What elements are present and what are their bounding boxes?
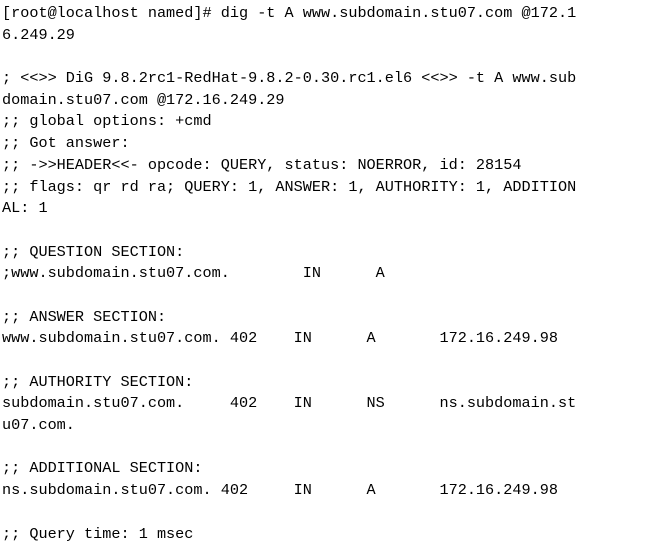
- terminal-line-question-record: ;www.subdomain.stu07.com. IN A: [2, 264, 385, 283]
- terminal-line-prompt-command: [root@localhost named]# dig -t A www.sub…: [2, 4, 577, 22]
- terminal-line-flags-wrap: AL: 1: [2, 199, 48, 218]
- terminal-line-answer-section-title: ;; ANSWER SECTION:: [2, 307, 167, 326]
- terminal-line-additional-section-title: ;; ADDITIONAL SECTION:: [2, 459, 203, 478]
- terminal-line-dig-version-wrap: domain.stu07.com @172.16.249.29: [2, 90, 285, 109]
- terminal-line-header: ;; ->>HEADER<<- opcode: QUERY, status: N…: [2, 155, 522, 174]
- terminal-line-flags: ;; flags: qr rd ra; QUERY: 1, ANSWER: 1,…: [2, 177, 577, 196]
- terminal-line-authority-record-wrap: u07.com.: [2, 416, 75, 435]
- terminal-line-answer-record: www.subdomain.stu07.com. 402 IN A 172.16…: [2, 329, 558, 348]
- terminal-line-additional-record: ns.subdomain.stu07.com. 402 IN A 172.16.…: [2, 481, 558, 500]
- terminal-line-query-time: ;; Query time: 1 msec: [2, 524, 194, 543]
- terminal-line-global-options: ;; global options: +cmd: [2, 112, 212, 131]
- terminal-line-command-wrap: 6.249.29: [2, 25, 75, 44]
- terminal-line-dig-version: ; <<>> DiG 9.8.2rc1-RedHat-9.8.2-0.30.rc…: [2, 69, 577, 88]
- terminal-line-authority-record: subdomain.stu07.com. 402 IN NS ns.subdom…: [2, 394, 577, 413]
- terminal-screen[interactable]: [root@localhost named]# dig -t A www.sub…: [0, 0, 663, 543]
- terminal-line-got-answer: ;; Got answer:: [2, 134, 130, 153]
- terminal-line-authority-section-title: ;; AUTHORITY SECTION:: [2, 372, 194, 391]
- terminal-line-question-section-title: ;; QUESTION SECTION:: [2, 242, 185, 261]
